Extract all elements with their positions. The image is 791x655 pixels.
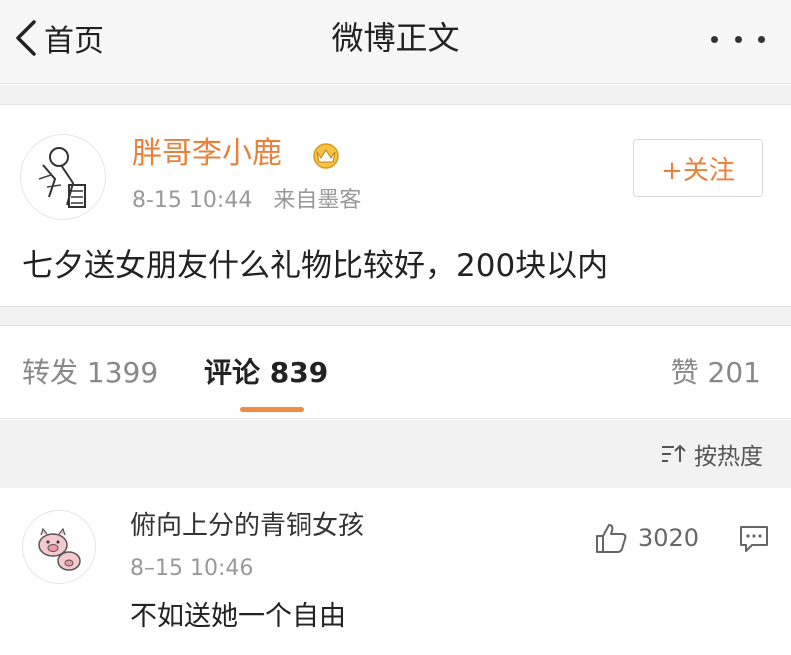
page-title: 微博正文 bbox=[331, 19, 460, 57]
comment-item: 俯向上分的青铜女孩 8–15 10:46 不如送她一个自由 3020 bbox=[0, 488, 791, 655]
section-divider bbox=[0, 306, 791, 326]
more-dot bbox=[758, 35, 765, 43]
weibo-post-page: 首页 微博正文 胖哥李小鹿 8-15 10:44 来自墨客 +关注 七夕送女朋友… bbox=[0, 0, 791, 655]
post-meta: 8-15 10:44 来自墨客 bbox=[132, 186, 361, 216]
commenter-name[interactable]: 俯向上分的青铜女孩 bbox=[130, 508, 364, 544]
vip-crown-icon bbox=[313, 143, 339, 169]
more-dots-icon bbox=[711, 35, 718, 43]
sort-icon bbox=[662, 444, 686, 462]
tab-repost[interactable]: 转发 1399 bbox=[22, 355, 158, 391]
pig-avatar-icon bbox=[38, 527, 81, 571]
comment-bubble-icon[interactable] bbox=[738, 524, 770, 554]
more-dot bbox=[734, 35, 742, 43]
sketch-avatar-icon bbox=[38, 147, 86, 208]
tab-comments[interactable]: 评论 839 bbox=[204, 355, 328, 391]
active-tab-indicator bbox=[240, 407, 304, 412]
post-time: 8-15 10:44 bbox=[132, 188, 253, 213]
sort-label: 按热度 bbox=[694, 444, 763, 470]
post-text: 七夕送女朋友什么礼物比较好，200块以内 bbox=[22, 248, 609, 284]
navigation-bar: 首页 微博正文 bbox=[0, 0, 791, 84]
comment-like-count: 3020 bbox=[638, 524, 700, 552]
sort-by-hot-button[interactable]: 按热度 bbox=[660, 436, 763, 472]
author-name[interactable]: 胖哥李小鹿 bbox=[132, 134, 282, 174]
follow-button[interactable]: +关注 bbox=[633, 139, 763, 197]
sort-bar: 按热度 bbox=[0, 420, 791, 488]
comment-text: 不如送她一个自由 bbox=[130, 601, 346, 632]
post-card: 胖哥李小鹿 8-15 10:44 来自墨客 +关注 七夕送女朋友什么礼物比较好，… bbox=[0, 106, 791, 306]
comment-time: 8–15 10:46 bbox=[130, 556, 254, 581]
author-avatar[interactable] bbox=[20, 134, 106, 220]
post-tabs: 转发 1399 评论 839 赞 201 bbox=[0, 327, 791, 419]
thumbs-up-icon bbox=[596, 524, 627, 553]
comment-like-button[interactable]: 3020 bbox=[594, 520, 699, 556]
more-button[interactable] bbox=[711, 24, 765, 54]
section-divider bbox=[0, 85, 791, 105]
tab-likes[interactable]: 赞 201 bbox=[671, 355, 761, 391]
post-source: 来自墨客 bbox=[273, 188, 362, 213]
commenter-avatar[interactable] bbox=[22, 510, 96, 584]
